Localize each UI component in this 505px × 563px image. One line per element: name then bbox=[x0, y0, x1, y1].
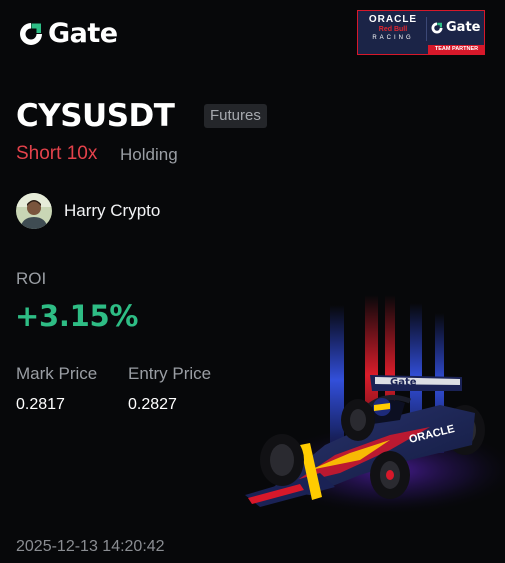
trading-pair: CYSUSDT bbox=[16, 98, 175, 134]
roi-value: +3.15% bbox=[15, 299, 139, 333]
sponsor-divider bbox=[426, 17, 427, 41]
gate-small-logo-icon bbox=[431, 22, 443, 33]
brand-name: Gate bbox=[48, 18, 118, 49]
share-timestamp: 2025-12-13 14:20:42 bbox=[16, 538, 165, 555]
team-partner-strip: TEAM PARTNER bbox=[428, 45, 485, 54]
user-avatar bbox=[16, 193, 52, 229]
gate-logo: Gate bbox=[17, 18, 118, 49]
gate-logo-icon bbox=[20, 22, 42, 45]
position-direction: Short 10x bbox=[16, 143, 98, 164]
sponsor-gate-text: Gate bbox=[446, 20, 481, 35]
market-type-badge: Futures bbox=[204, 104, 267, 128]
car-wing-logo-text: Gate bbox=[390, 377, 417, 388]
entry-price-label: Entry Price bbox=[128, 364, 212, 383]
user-name: Harry Crypto bbox=[64, 201, 161, 220]
share-card: Gate ORACLE Red Bull RACING Gate TEAM PA… bbox=[0, 0, 505, 563]
sponsor-badge: ORACLE Red Bull RACING Gate TEAM PARTNER bbox=[357, 10, 485, 55]
mark-price-label: Mark Price bbox=[16, 364, 98, 383]
avatar-photo-icon bbox=[16, 193, 52, 229]
oracle-redbull-logo: ORACLE Red Bull RACING bbox=[362, 14, 424, 42]
entry-price-value: 0.2827 bbox=[128, 396, 177, 413]
f1-car-illustration: Gate ORACLE bbox=[245, 295, 505, 515]
sponsor-oracle-text: ORACLE bbox=[368, 14, 418, 25]
mark-price-value: 0.2817 bbox=[16, 396, 65, 413]
roi-label: ROI bbox=[16, 269, 47, 288]
sponsor-racing-text: RACING bbox=[372, 35, 414, 41]
sponsor-redbull-text: Red Bull bbox=[378, 26, 408, 33]
sponsor-gate-logo: Gate bbox=[430, 20, 480, 35]
position-status: Holding bbox=[120, 145, 178, 164]
